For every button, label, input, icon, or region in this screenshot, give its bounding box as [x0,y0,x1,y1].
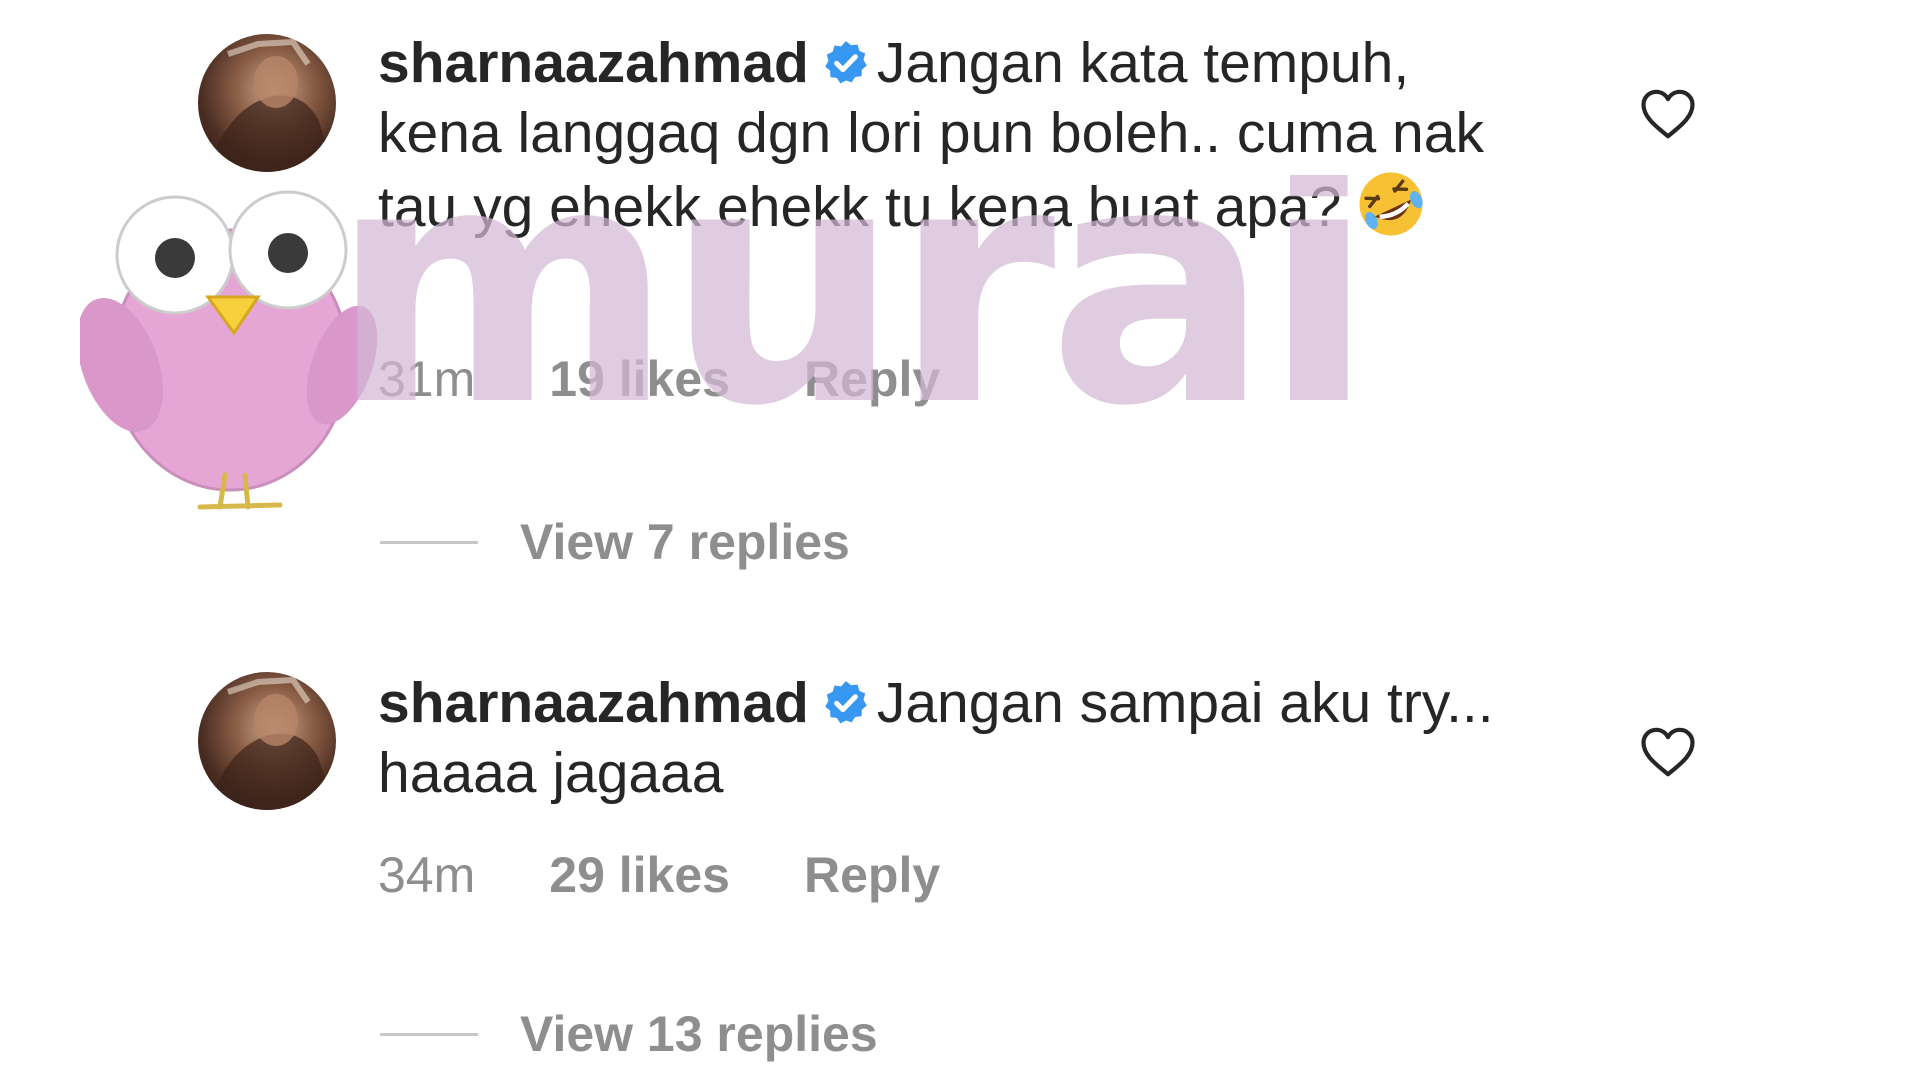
view-replies-label: View 13 replies [520,1006,878,1062]
comment-timestamp: 34m [378,847,476,903]
comment-username[interactable]: sharnaazahmad [378,31,809,95]
avatar-photo [198,676,336,810]
reply-button[interactable]: Reply [804,847,940,903]
comment-timestamp: 31m [378,351,476,407]
view-replies-button[interactable]: View 13 replies [380,1005,878,1063]
comment-body: sharnaazahmad Jangan sampai aku try... h… [378,668,1548,808]
comments-screen: sharnaazahmad Jangan kata tempuh, kena l… [0,0,1920,1080]
verified-badge-icon [825,41,867,84]
comment-meta: 34m 29 likes Reply [378,846,1014,904]
replies-divider [380,1032,478,1036]
comment-body: sharnaazahmad Jangan kata tempuh, kena l… [378,28,1548,242]
comment-meta: 31m 19 likes Reply [378,350,1014,408]
avatar-photo [198,38,336,172]
view-replies-label: View 7 replies [520,514,850,570]
heart-icon[interactable] [1640,726,1696,778]
replies-divider [380,540,478,544]
view-replies-button[interactable]: View 7 replies [380,513,850,571]
comment-username[interactable]: sharnaazahmad [378,671,809,735]
laughing-emoji-icon [1359,172,1424,236]
likes-count[interactable]: 19 likes [549,351,730,407]
avatar[interactable] [198,672,336,810]
reply-button[interactable]: Reply [804,351,940,407]
likes-count[interactable]: 29 likes [549,847,730,903]
bird-logo-icon [80,190,378,510]
verified-badge-icon [825,681,867,724]
avatar[interactable] [198,34,336,172]
heart-icon[interactable] [1640,88,1696,140]
